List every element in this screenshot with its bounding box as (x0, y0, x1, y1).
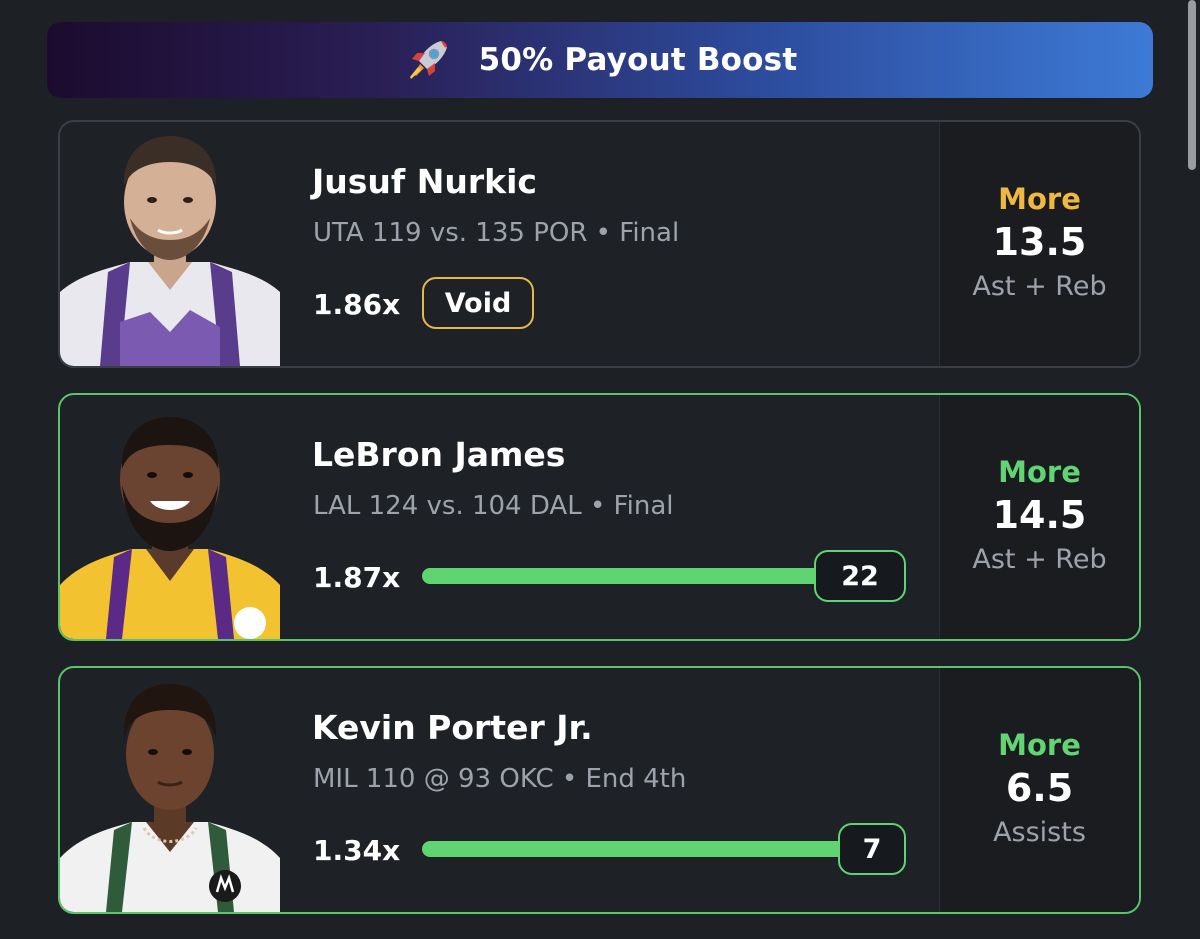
pick-line-value: 6.5 (1005, 766, 1074, 810)
rocket-icon (403, 35, 453, 85)
banner-title: 50% Payout Boost (478, 42, 798, 78)
current-stat-badge: 7 (838, 823, 906, 875)
stat-progress-bar (422, 568, 862, 584)
pick-stat-type: Assists (993, 817, 1086, 848)
pick-stat-type: Ast + Reb (972, 544, 1107, 575)
pick-line-panel[interactable]: More 6.5 Assists (939, 668, 1139, 912)
player-headshot (60, 395, 280, 639)
pick-direction: More (998, 182, 1081, 216)
stat-progress-bar (422, 841, 862, 857)
pick-card[interactable]: Jusuf Nurkic UTA 119 vs. 135 POR • Final… (58, 120, 1141, 368)
player-headshot (60, 122, 280, 366)
player-name: LeBron James (312, 435, 566, 474)
current-stat-badge: 22 (814, 550, 906, 602)
pick-line-panel[interactable]: More 14.5 Ast + Reb (939, 395, 1139, 639)
pick-card[interactable]: LeBron James LAL 124 vs. 104 DAL • Final… (58, 393, 1141, 641)
page: 50% Payout Boost Jusuf Nurkic UTA 119 vs… (0, 0, 1200, 939)
player-name: Kevin Porter Jr. (312, 708, 593, 747)
pick-direction: More (998, 728, 1081, 762)
payout-boost-banner[interactable]: 50% Payout Boost (47, 22, 1153, 98)
stat-progress-fill (422, 568, 862, 584)
payout-multiplier: 1.87x (313, 561, 401, 594)
game-status: UTA 119 vs. 135 POR • Final (313, 218, 680, 248)
pick-stat-type: Ast + Reb (972, 271, 1107, 302)
pick-card[interactable]: Kevin Porter Jr. MIL 110 @ 93 OKC • End … (58, 666, 1141, 914)
player-name: Jusuf Nurkic (312, 162, 537, 201)
game-status: LAL 124 vs. 104 DAL • Final (313, 491, 674, 521)
stat-progress-fill (422, 841, 862, 857)
payout-multiplier: 1.34x (313, 834, 401, 867)
pick-direction: More (998, 455, 1081, 489)
payout-multiplier: 1.86x (313, 288, 401, 321)
void-badge: Void (422, 277, 534, 329)
scrollbar[interactable] (1188, 0, 1196, 170)
pick-line-panel[interactable]: More 13.5 Ast + Reb (939, 122, 1139, 366)
pick-line-value: 14.5 (992, 493, 1087, 537)
pick-line-value: 13.5 (992, 220, 1087, 264)
player-headshot (60, 668, 280, 912)
game-status: MIL 110 @ 93 OKC • End 4th (313, 764, 687, 794)
